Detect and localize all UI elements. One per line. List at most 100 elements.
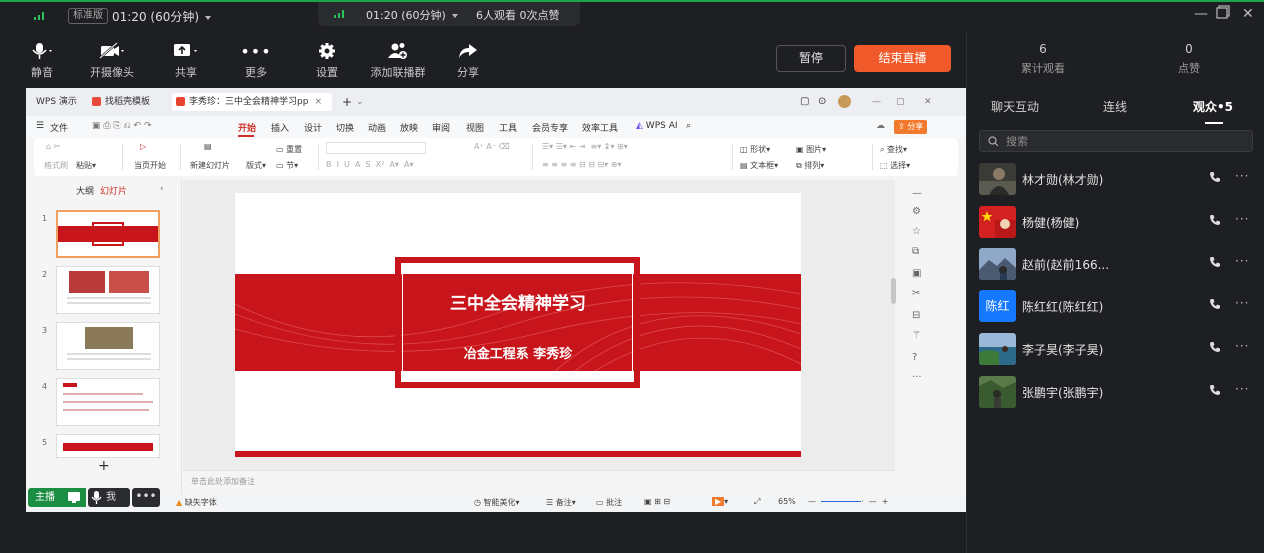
tab-connect[interactable]: 连线 xyxy=(1103,98,1127,115)
minimize-icon[interactable]: — xyxy=(868,93,885,111)
search-input[interactable] xyxy=(1006,133,1246,149)
mute-button[interactable]: 静音 xyxy=(10,42,74,80)
restore-icon[interactable]: ▢ xyxy=(892,93,909,111)
new-slide-label[interactable]: 新建幻灯片 xyxy=(190,160,230,171)
font-family-select[interactable] xyxy=(326,142,426,154)
notes-area[interactable]: 单击此处添加备注 xyxy=(183,470,895,494)
layout-button[interactable]: 版式▾ xyxy=(246,160,266,171)
tab-document[interactable]: 李秀珍：三中全会精神学习pp × xyxy=(172,93,332,111)
quick-access-icons[interactable]: ▣ ⎙ ⎘ ⎌ ↶ ↷ xyxy=(92,121,152,131)
menu-tools[interactable]: 工具 xyxy=(499,121,517,134)
viewer-row[interactable]: 李子昊(李子昊) ··· xyxy=(979,333,1255,365)
more-dots-icon[interactable]: ··· xyxy=(1235,169,1249,183)
textbox-button[interactable]: ▤ 文本框▾ xyxy=(740,160,778,171)
slide-thumbnail[interactable] xyxy=(56,322,160,370)
more-dots-icon[interactable]: ··· xyxy=(1235,339,1249,353)
start-slide-label[interactable]: 当页开始 xyxy=(134,160,166,171)
end-live-button[interactable]: 结束直播 xyxy=(854,45,951,72)
menu-member[interactable]: 会员专享 xyxy=(532,121,568,134)
section-button[interactable]: ▭ 节▾ xyxy=(276,160,298,171)
menu-insert[interactable]: 插入 xyxy=(271,121,289,134)
share-screen-button[interactable]: 共享 xyxy=(154,42,218,80)
select-button[interactable]: ⬚ 选择▾ xyxy=(880,160,910,171)
more-dots-icon[interactable]: ··· xyxy=(912,372,922,383)
slide-thumbnail[interactable] xyxy=(56,266,160,314)
stream-timer[interactable]: 01:20 (60分钟) xyxy=(112,8,212,25)
play-button[interactable]: ▶ ▾ xyxy=(712,497,728,506)
format-painter-label[interactable]: 格式刷 xyxy=(44,160,68,171)
tab-audience[interactable]: 观众•5 xyxy=(1193,98,1233,115)
chevron-down-icon[interactable]: ⌄ xyxy=(352,93,368,111)
more-dots-icon[interactable]: ··· xyxy=(1235,212,1249,226)
current-slide[interactable]: 三中全会精神学习 冶金工程系 李秀珍 xyxy=(235,193,801,457)
more-dots-icon[interactable]: ··· xyxy=(1235,254,1249,268)
picture-button[interactable]: ▣ 图片▾ xyxy=(796,144,826,155)
missing-font-indicator[interactable]: ▲ 缺失字体 xyxy=(176,497,217,508)
slide-thumbnail[interactable] xyxy=(56,378,160,426)
more-dots-icon[interactable]: ··· xyxy=(1235,382,1249,396)
adjust-icon[interactable]: ⚙ xyxy=(912,206,921,217)
beautify-button[interactable]: ◷ 智能美化▾ xyxy=(474,497,520,508)
menu-icon[interactable]: ☰ xyxy=(36,121,44,131)
menu-transition[interactable]: 切换 xyxy=(336,121,354,134)
menu-review[interactable]: 审阅 xyxy=(432,121,450,134)
comments-button[interactable]: ▭ 批注 xyxy=(596,497,622,508)
add-group-button[interactable]: 添加联播群 xyxy=(366,42,430,80)
arrange-button[interactable]: ⧉ 排列▾ xyxy=(796,160,824,171)
more-dots-icon[interactable]: ··· xyxy=(1235,296,1249,310)
phone-icon[interactable] xyxy=(1209,256,1221,268)
menu-design[interactable]: 设计 xyxy=(304,121,322,134)
more-dots-icon[interactable]: ••• xyxy=(132,488,160,507)
start-slide-button[interactable]: ▷ xyxy=(140,142,146,151)
shape-button[interactable]: ◫ 形状▾ xyxy=(740,144,770,155)
tab-outline[interactable]: 大纲 xyxy=(76,184,94,197)
new-slide-icon[interactable]: ▤ xyxy=(204,142,212,151)
menu-efficiency[interactable]: 效率工具 xyxy=(582,121,618,134)
phone-icon[interactable] xyxy=(1209,171,1221,183)
cloud-icon[interactable]: ☁ xyxy=(876,121,885,131)
more-button[interactable]: ••• 更多 xyxy=(224,42,288,80)
search-icon[interactable]: ⌕ xyxy=(686,121,691,131)
zoom-level[interactable]: 65% xyxy=(778,497,796,506)
shirt-icon[interactable]: ⚚ xyxy=(912,330,921,341)
star-icon[interactable]: ☆ xyxy=(912,226,921,237)
viewer-row[interactable]: 赵前(赵前166... ··· xyxy=(979,248,1255,280)
settings-button[interactable]: 设置 xyxy=(295,42,359,80)
screen-share-icon[interactable] xyxy=(62,488,86,507)
tab-template[interactable]: 找稻壳模板 xyxy=(88,93,154,111)
viewer-row[interactable]: 张鹏宇(张鹏宇) ··· xyxy=(979,376,1255,408)
center-timer[interactable]: 01:20 (60分钟) xyxy=(366,7,458,23)
align-tools[interactable]: ≡ ≡ ≡ ≡ ⊟ ⊟ ⊟▾ ⊕▾ xyxy=(542,160,621,169)
wps-share-button[interactable]: ⇪ 分享 xyxy=(894,120,928,134)
phone-icon[interactable] xyxy=(1209,298,1221,310)
audience-search[interactable] xyxy=(979,130,1253,152)
camera-button[interactable]: 开摄像头 xyxy=(80,42,144,80)
share-out-button[interactable]: 分享 xyxy=(436,42,500,80)
font-format-tools[interactable]: B I U A S X² A▾ A▾ xyxy=(326,160,414,169)
view-mode-icons[interactable]: ▣ ⊞ ⊟ xyxy=(644,497,670,506)
copy-icon[interactable]: ⧉ xyxy=(912,246,919,257)
me-mic-button[interactable]: 我 xyxy=(88,488,130,507)
menu-home[interactable]: 开始 xyxy=(238,121,256,134)
reset-button[interactable]: ▭ 重置 xyxy=(276,144,302,155)
viewer-row[interactable]: 陈红 陈红红(陈红红) ··· xyxy=(979,290,1255,322)
wps-ai-button[interactable]: ◭ WPS AI xyxy=(636,121,678,131)
paragraph-tools[interactable]: ☰▾ ☰▾ ⇤ ⇥ ≡▾ ↨▾ ⊞▾ xyxy=(542,142,628,151)
phone-icon[interactable] xyxy=(1209,214,1221,226)
slide-thumbnail[interactable] xyxy=(56,434,160,458)
find-button[interactable]: ⌕ 查找▾ xyxy=(880,144,907,155)
image-icon[interactable]: ▣ xyxy=(912,268,921,279)
menu-slideshow[interactable]: 放映 xyxy=(400,121,418,134)
font-size-tools[interactable]: A⁺ A⁻ ⌫ xyxy=(474,142,510,151)
add-slide-icon[interactable]: + xyxy=(98,458,110,474)
notes-button[interactable]: ☰ 备注▾ xyxy=(546,497,576,508)
vertical-scrollbar[interactable] xyxy=(891,278,896,304)
collapse-icon[interactable]: ‹ xyxy=(160,184,164,194)
viewer-row[interactable]: 林才勋(林才勋) ··· xyxy=(979,163,1255,195)
pause-button[interactable]: 暂停 xyxy=(776,45,846,72)
user-avatar[interactable] xyxy=(834,93,855,111)
book-icon[interactable]: ⊟ xyxy=(912,310,920,321)
tab-chat[interactable]: 聊天互动 xyxy=(991,98,1039,115)
close-icon[interactable]: ✕ xyxy=(920,93,936,111)
maximize-icon[interactable] xyxy=(1216,5,1230,23)
